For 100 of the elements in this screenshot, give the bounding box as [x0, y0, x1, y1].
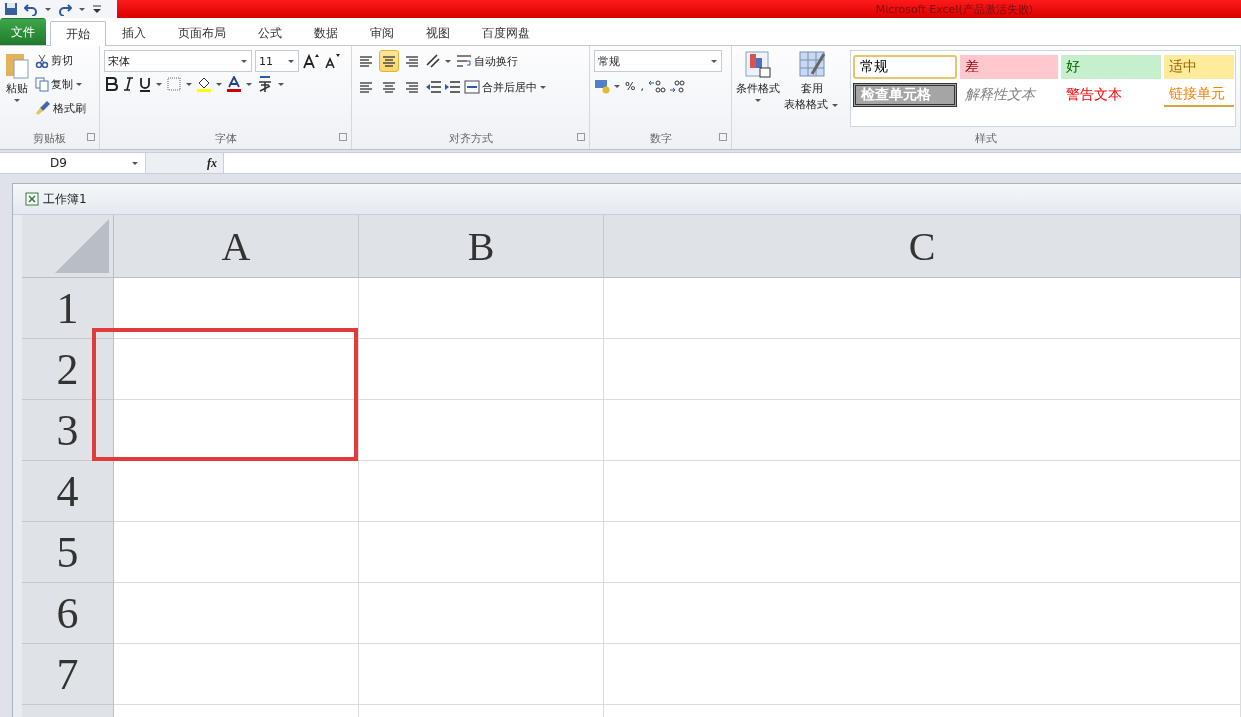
copy-icon [35, 76, 49, 92]
select-all-button[interactable] [22, 215, 114, 278]
grid-cell[interactable] [359, 400, 604, 461]
grid-cell[interactable] [359, 339, 604, 400]
grid-cell[interactable] [359, 522, 604, 583]
caret-icon [240, 58, 248, 64]
grid-cell[interactable] [604, 461, 1241, 522]
caret-icon [754, 97, 762, 103]
row-header[interactable]: 4 [22, 461, 114, 522]
grid-cell[interactable] [604, 400, 1241, 461]
caret-icon [444, 58, 452, 64]
launcher-icon[interactable] [577, 133, 585, 141]
column-header[interactable]: B [359, 215, 604, 278]
grid-cell[interactable] [359, 644, 604, 705]
format-painter-button[interactable]: 格式刷 [34, 98, 87, 118]
grid-cell[interactable] [114, 583, 359, 644]
row-header[interactable]: 1 [22, 278, 114, 339]
caret-icon [710, 58, 718, 64]
cut-button[interactable]: 剪切 [34, 50, 87, 70]
conditional-format-icon [744, 50, 772, 80]
number-format-field[interactable]: 常规 [594, 50, 722, 72]
grid-cell[interactable] [114, 461, 359, 522]
ribbon-tab[interactable]: 文件 [0, 18, 46, 45]
caret-icon [44, 6, 52, 12]
grid-cell[interactable] [359, 583, 604, 644]
group-label: 字体 [214, 130, 237, 146]
grid-cell[interactable] [604, 583, 1241, 644]
group-label: 数字 [649, 130, 672, 146]
ribbon-tab[interactable]: 数据 [298, 20, 354, 45]
launcher-icon[interactable] [87, 133, 95, 141]
workbook-title: 工作簿1 [43, 190, 87, 208]
caret-icon [539, 84, 547, 90]
comma-button[interactable]: , [639, 76, 645, 96]
corner-triangle-icon [55, 219, 109, 273]
paste-button[interactable]: 粘贴 [4, 50, 30, 127]
grid-cell[interactable] [604, 522, 1241, 583]
grid-cell[interactable] [604, 339, 1241, 400]
grid-cell[interactable] [114, 339, 359, 400]
grid-cell[interactable] [114, 644, 359, 705]
ribbon-tab[interactable]: 页面布局 [162, 20, 242, 45]
font-name-field[interactable]: 宋体 [104, 50, 252, 72]
ribbon-tab[interactable]: 开始 [50, 21, 106, 46]
italic-icon [121, 76, 135, 92]
column-header[interactable]: A [114, 215, 359, 278]
cell-style-item[interactable]: 常规 [853, 55, 957, 79]
underline-icon [138, 76, 152, 92]
caret-icon [131, 160, 139, 166]
ribbon-tab[interactable]: 插入 [106, 20, 162, 45]
align-icon [358, 53, 374, 69]
caret-icon [277, 81, 285, 87]
grid-cell[interactable] [604, 278, 1241, 339]
save-icon [4, 2, 18, 16]
cell-style-item[interactable]: 好 [1061, 55, 1161, 79]
launcher-icon[interactable] [339, 133, 347, 141]
grid-cell[interactable] [114, 278, 359, 339]
merge-center-button[interactable]: 合并后居中 [463, 77, 548, 97]
percent-button[interactable]: % [624, 76, 637, 96]
ribbon-tab[interactable]: 公式 [242, 20, 298, 45]
caret-icon [613, 83, 621, 89]
grid-cell[interactable] [359, 461, 604, 522]
scissors-icon [35, 52, 49, 68]
ribbon-tab[interactable]: 视图 [410, 20, 466, 45]
row-header[interactable]: 2 [22, 339, 114, 400]
increase-indent-icon [444, 79, 460, 95]
align-icon [358, 79, 374, 95]
caret-icon [831, 101, 839, 108]
row-header[interactable]: 5 [22, 522, 114, 583]
row-header[interactable]: 7 [22, 644, 114, 705]
format-as-table-button[interactable]: 套用 表格格式 [784, 50, 839, 127]
row-header[interactable]: 3 [22, 400, 114, 461]
ribbon-tab[interactable]: 百度网盘 [466, 20, 546, 45]
merge-icon [464, 79, 480, 95]
vertical-align-button[interactable] [379, 50, 399, 72]
grid-cell[interactable] [604, 644, 1241, 705]
font-size-field[interactable]: 11 [255, 50, 299, 72]
copy-button[interactable]: 复制 [34, 74, 87, 94]
row-header[interactable]: 6 [22, 583, 114, 644]
group-label: 对齐方式 [448, 130, 493, 146]
caret-icon [78, 6, 86, 12]
grid-cell[interactable] [114, 522, 359, 583]
column-header[interactable]: C [604, 215, 1241, 278]
customize-icon [92, 4, 102, 14]
conditional-format-button[interactable]: 条件格式 [736, 50, 780, 127]
grid-cell[interactable] [359, 278, 604, 339]
insert-function-button[interactable]: fx [207, 155, 217, 171]
increase-decimal-icon [647, 78, 666, 94]
launcher-icon[interactable] [719, 133, 727, 141]
group-label: 样式 [975, 130, 997, 146]
caret-icon [185, 81, 193, 87]
align-icon [404, 79, 420, 95]
cell-style-item[interactable]: 差 [960, 55, 1058, 79]
paste-label: 粘贴 [6, 81, 28, 96]
brush-icon [35, 100, 51, 116]
redo-icon [58, 2, 72, 16]
font-color-icon [226, 76, 242, 92]
ribbon-tab[interactable]: 审阅 [354, 20, 410, 45]
fill-color-icon [196, 76, 212, 92]
cell-style-item[interactable]: 适中 [1164, 55, 1234, 79]
excel-icon [25, 192, 39, 206]
wrap-text-button[interactable]: 自动换行 [455, 51, 519, 71]
